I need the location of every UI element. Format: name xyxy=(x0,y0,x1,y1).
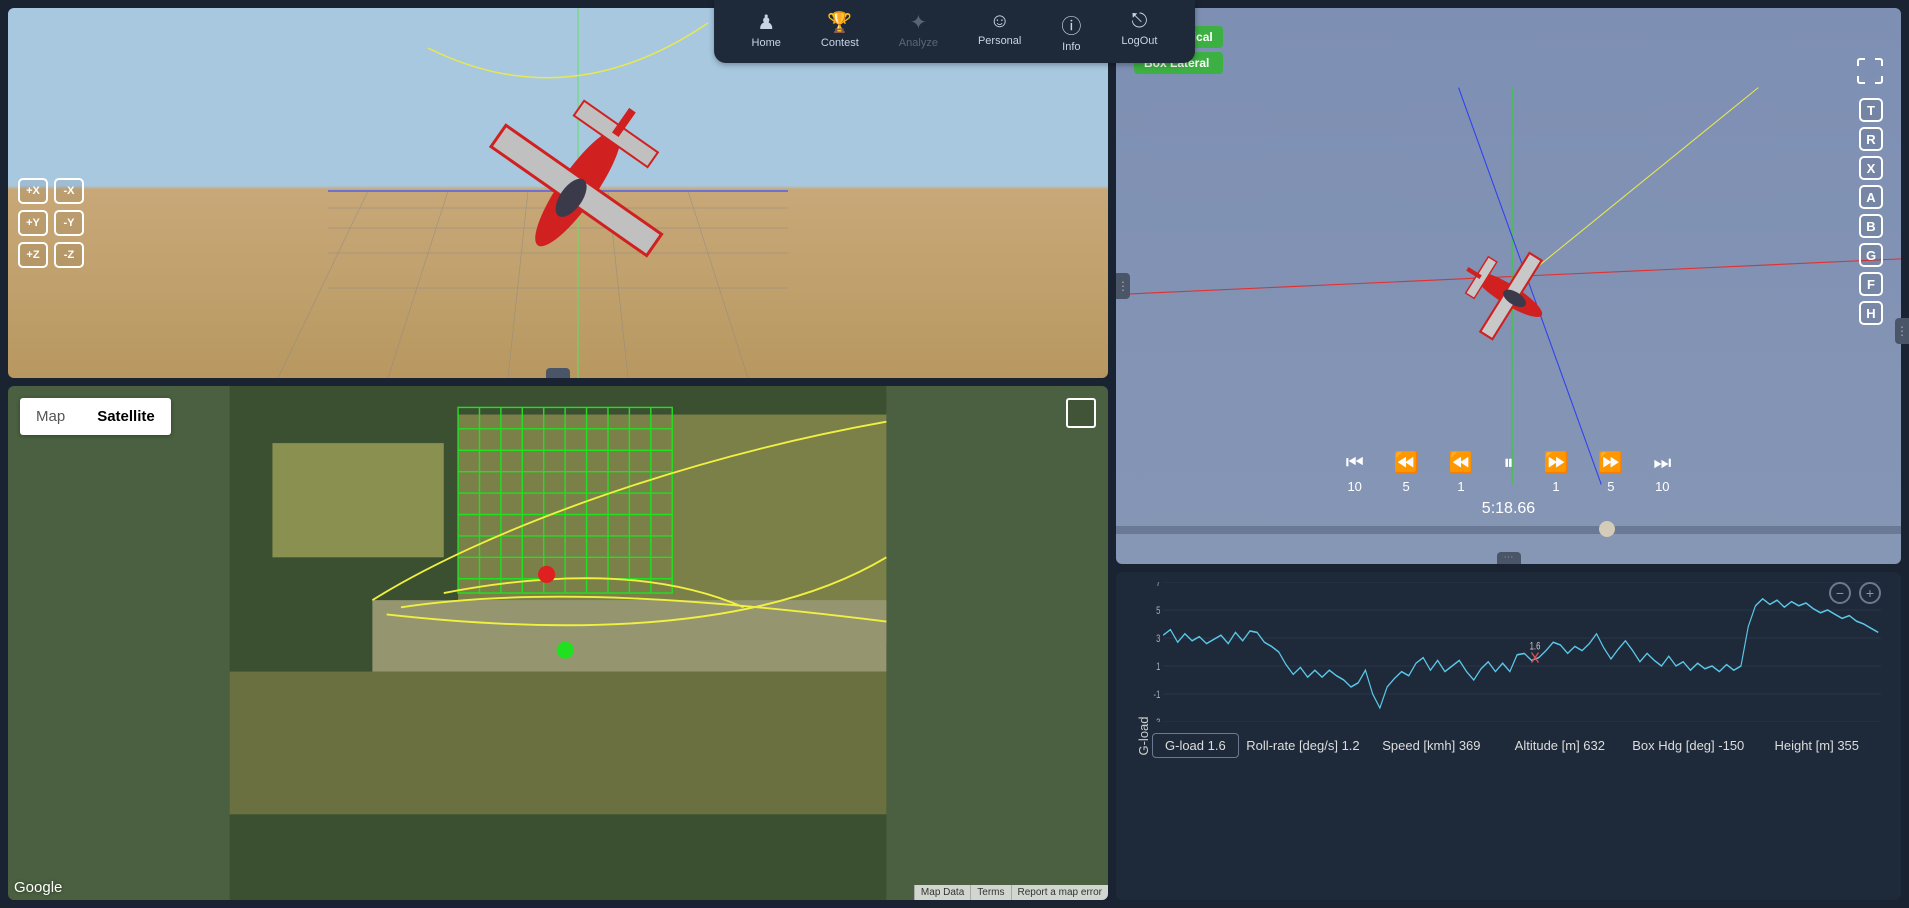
map-panel[interactable]: Map Satellite Google Map Data Terms Repo… xyxy=(8,386,1108,900)
axis-btn-plus-x[interactable]: +X xyxy=(18,178,48,204)
chart-y-label: G-load xyxy=(1136,716,1151,755)
axis-btn-plus-z[interactable]: +Z xyxy=(18,242,48,268)
rewind-5-label: 5 xyxy=(1403,479,1410,494)
rewind-10-label: 10 xyxy=(1347,479,1361,494)
metric-rollrate: Roll-rate [deg/s] 1.2 xyxy=(1239,738,1367,753)
info-icon: ⓘ xyxy=(1061,10,1081,39)
forward-5-label: 5 xyxy=(1607,479,1614,494)
nav-personal[interactable]: ☺ Personal xyxy=(958,6,1041,57)
pause-label xyxy=(1507,479,1511,494)
nav-personal-label: Personal xyxy=(978,35,1021,47)
forward-1-button[interactable]: ⏩ 1 xyxy=(1544,453,1569,494)
right-panel-handle[interactable]: ⋮ xyxy=(1895,318,1909,344)
rewind-icon: ⏮ xyxy=(1346,453,1364,473)
fullscreen-icon[interactable] xyxy=(1857,58,1883,84)
chart-zoom-in-button[interactable]: + xyxy=(1859,582,1881,604)
timeline-slider[interactable] xyxy=(1116,526,1901,534)
rewind-icon: ⏪ xyxy=(1394,453,1419,473)
person-icon: ☺ xyxy=(989,10,1009,33)
map-terms-link[interactable]: Terms xyxy=(970,885,1010,900)
map-report-link[interactable]: Report a map error xyxy=(1011,885,1108,900)
view-btn-x[interactable]: X xyxy=(1859,156,1883,180)
view-btn-r[interactable]: R xyxy=(1859,127,1883,151)
nav-analyze-label: Analyze xyxy=(899,37,938,49)
nav-logout[interactable]: ⎋ LogOut xyxy=(1101,6,1177,57)
axis-btn-plus-y[interactable]: +Y xyxy=(18,210,48,236)
metric-altitude: Altitude [m] 632 xyxy=(1496,738,1624,753)
trophy-icon: 🏆 xyxy=(827,10,852,35)
nav-home-label: Home xyxy=(752,37,781,49)
rewind-5-button[interactable]: ⏪ 5 xyxy=(1394,453,1419,494)
map-attribution: Map Data Terms Report a map error xyxy=(914,885,1108,900)
pause-button[interactable]: ⏸ xyxy=(1504,453,1514,494)
svg-text:3: 3 xyxy=(1156,633,1160,646)
forward-5-button[interactable]: ⏩ 5 xyxy=(1598,453,1623,494)
rewind-10-button[interactable]: ⏮ 10 xyxy=(1346,453,1364,494)
svg-text:7: 7 xyxy=(1156,582,1160,589)
home-icon: ♟ xyxy=(757,10,775,35)
metric-height: Height [m] 355 xyxy=(1753,738,1881,753)
chart-zoom-out-button[interactable]: − xyxy=(1829,582,1851,604)
map-type-map-button[interactable]: Map xyxy=(20,398,81,435)
forward-10-button[interactable]: ⏭ 10 xyxy=(1653,453,1671,494)
axis-buttons: +X -X +Y -Y +Z -Z xyxy=(18,178,84,268)
map-fullscreen-icon[interactable] xyxy=(1066,398,1096,428)
nav-contest[interactable]: 🏆 Contest xyxy=(801,6,879,57)
forward-10-label: 10 xyxy=(1655,479,1669,494)
pause-icon: ⏸ xyxy=(1504,453,1514,473)
view-btn-h[interactable]: H xyxy=(1859,301,1883,325)
svg-text:1: 1 xyxy=(1156,661,1160,674)
view-btn-t[interactable]: T xyxy=(1859,98,1883,122)
compass-icon: ✦ xyxy=(910,10,927,35)
metric-gload[interactable]: G-load 1.6 xyxy=(1152,733,1239,758)
view-btn-b[interactable]: B xyxy=(1859,214,1883,238)
axis-btn-minus-x[interactable]: -X xyxy=(54,178,84,204)
nav-logout-label: LogOut xyxy=(1121,35,1157,47)
detail-3d-view[interactable]: ♡ 5 ✎ ⛶ +X -X +Y -Y +Z -Z xyxy=(8,8,1108,378)
view-btn-f[interactable]: F xyxy=(1859,272,1883,296)
rewind-icon: ⏪ xyxy=(1449,453,1474,473)
timecode: 5:18.66 xyxy=(1482,500,1535,518)
nav-home[interactable]: ♟ Home xyxy=(732,6,801,57)
rewind-1-label: 1 xyxy=(1457,479,1464,494)
forward-icon: ⏩ xyxy=(1598,453,1623,473)
top-nav: ♟ Home 🏆 Contest ✦ Analyze ☺ Personal ⓘ … xyxy=(714,0,1196,63)
axis-btn-minus-z[interactable]: -Z xyxy=(54,242,84,268)
google-logo: Google xyxy=(14,879,62,896)
logout-icon: ⎋ xyxy=(1131,10,1147,33)
nav-analyze: ✦ Analyze xyxy=(879,6,958,57)
detail-panel-handle[interactable] xyxy=(546,368,570,378)
timeline-thumb[interactable] xyxy=(1599,521,1615,537)
svg-text:1.6: 1.6 xyxy=(1530,640,1541,653)
view-buttons: T R X A B G F H xyxy=(1859,98,1883,325)
svg-text:-3: -3 xyxy=(1154,717,1161,722)
map-data-link[interactable]: Map Data xyxy=(914,885,970,900)
metrics-bar: G-load 1.6 Roll-rate [deg/s] 1.2 Speed [… xyxy=(1152,727,1881,758)
forward-icon: ⏩ xyxy=(1544,453,1569,473)
nav-contest-label: Contest xyxy=(821,37,859,49)
view-btn-g[interactable]: G xyxy=(1859,243,1883,267)
main-3d-view[interactable]: Box Vertical Box Lateral ⋮ T R X A B G F… xyxy=(1116,8,1901,564)
nav-info-label: Info xyxy=(1062,41,1080,53)
chart-panel: − + G-load 7 5 3 1 -1 -3 1.6 G-load 1.6 Roll-r… xyxy=(1116,572,1901,900)
playback-controls: ⏮ 10 ⏪ 5 ⏪ 1 ⏸ ⏩ 1 xyxy=(1116,453,1901,534)
forward-1-label: 1 xyxy=(1552,479,1559,494)
view-btn-a[interactable]: A xyxy=(1859,185,1883,209)
map-type-satellite-button[interactable]: Satellite xyxy=(81,398,171,435)
gload-chart[interactable]: 7 5 3 1 -1 -3 1.6 xyxy=(1152,582,1881,722)
map-type-toggle: Map Satellite xyxy=(20,398,171,435)
nav-info[interactable]: ⓘ Info xyxy=(1041,6,1101,57)
forward-icon: ⏭ xyxy=(1653,453,1671,473)
metric-boxhdg: Box Hdg [deg] -150 xyxy=(1624,738,1752,753)
svg-text:5: 5 xyxy=(1156,605,1160,618)
axis-btn-minus-y[interactable]: -Y xyxy=(54,210,84,236)
rewind-1-button[interactable]: ⏪ 1 xyxy=(1449,453,1474,494)
left-panel-handle[interactable]: ⋮ xyxy=(1116,273,1130,299)
metric-speed: Speed [kmh] 369 xyxy=(1367,738,1495,753)
bottom-panel-handle[interactable]: ⋯ xyxy=(1497,552,1521,564)
svg-text:-1: -1 xyxy=(1154,689,1161,702)
